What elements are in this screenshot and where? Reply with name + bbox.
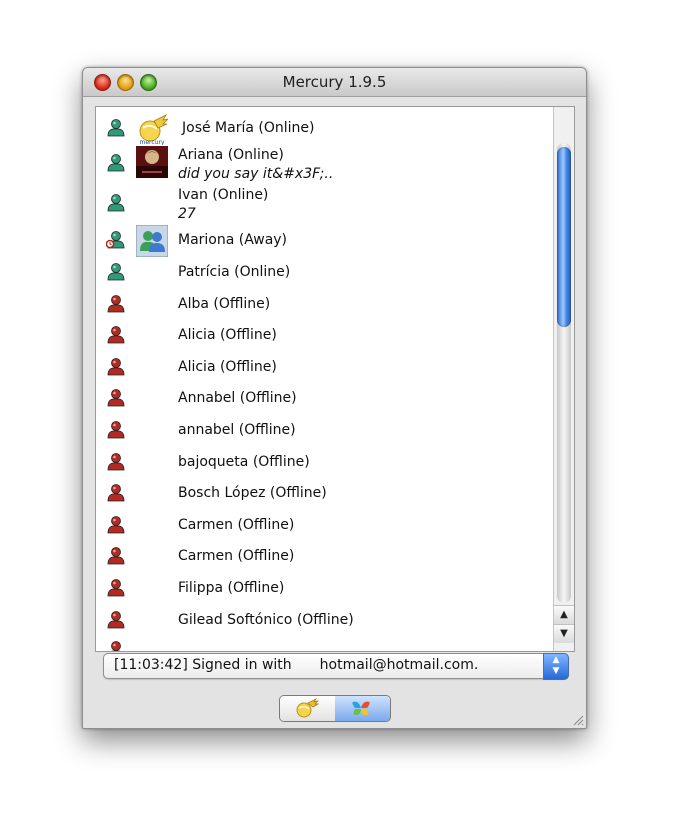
- status-message: [11:03:42] Signed in with hotmail@hotmail…: [114, 657, 478, 673]
- contact-name: Mariona (Away): [178, 232, 288, 248]
- contact-personal-message: 27: [178, 206, 196, 222]
- contact-name: Gilead Softónico (Offline): [178, 612, 354, 628]
- photo-avatar: [136, 146, 168, 178]
- contact-row[interactable]: Alba (Offline): [96, 289, 552, 319]
- contact-name: José María (Online): [182, 120, 315, 136]
- mercury-logo-avatar: mercury: [136, 113, 170, 146]
- contact-row[interactable]: Gilead Softónico (Offline): [96, 605, 552, 635]
- contact-row[interactable]: annabel (Offline): [96, 415, 552, 445]
- scroll-down-arrow[interactable]: ▼: [554, 624, 574, 643]
- contact-name: Carmen (Offline): [178, 517, 295, 533]
- contact-row[interactable]: Filippa (Offline): [96, 573, 552, 603]
- offline-status-icon: [106, 546, 125, 566]
- offline-status-icon: [106, 610, 125, 630]
- contact-name: annabel (Offline): [178, 422, 296, 438]
- msn-butterfly-icon: [352, 701, 370, 716]
- scroll-thumb[interactable]: [557, 147, 571, 327]
- mercury-icon: [296, 697, 320, 718]
- contact-row[interactable]: bajoqueta (Offline): [96, 447, 552, 477]
- contact-name: Patrícia (Online): [178, 264, 291, 280]
- contact-row[interactable]: Carmen (Offline): [96, 510, 552, 540]
- status-timestamp: [11:03:42] Signed in with: [114, 657, 292, 673]
- offline-status-icon: [106, 483, 125, 503]
- offline-status-icon: [106, 452, 125, 472]
- contact-row[interactable]: Bosch López (Offline): [96, 478, 552, 508]
- title-bar[interactable]: Mercury 1.9.5: [83, 68, 586, 97]
- contact-name: Annabel (Offline): [178, 390, 297, 406]
- contact-name: Alicia (Offline): [178, 327, 277, 343]
- contact-row[interactable]: Annabel (Offline): [96, 383, 552, 413]
- contact-name: Bosch López (Offline): [178, 485, 327, 501]
- contact-row[interactable]: Ivan (Online) 27: [96, 185, 552, 223]
- offline-status-icon: [106, 294, 125, 314]
- offline-status-icon: [106, 640, 124, 651]
- scroll-up-arrow[interactable]: ▲: [554, 605, 574, 624]
- offline-status-icon: [106, 325, 125, 345]
- contact-name: Alicia (Offline): [178, 359, 277, 375]
- contact-personal-message: did you say it&#x3F;..: [178, 166, 334, 182]
- contact-list-panel: mercury José María (Online) Ariana (Online…: [95, 106, 575, 652]
- online-status-icon: [106, 262, 125, 282]
- mercury-window: Mercury 1.9.5 mercury José María (Online)…: [82, 67, 587, 729]
- offline-status-icon: [106, 388, 125, 408]
- contact-name: Ivan (Online): [178, 187, 269, 203]
- contact-name: Carmen (Offline): [178, 548, 295, 564]
- contact-row[interactable]: Mariona (Away): [96, 224, 552, 258]
- online-status-icon: [106, 193, 125, 213]
- resize-grip-icon[interactable]: [572, 714, 584, 726]
- vertical-scrollbar[interactable]: ▲ ▼: [553, 107, 574, 651]
- contact-name: bajoqueta (Offline): [178, 454, 310, 470]
- contact-row[interactable]: mercury José María (Online): [96, 113, 552, 146]
- contact-list: mercury José María (Online) Ariana (Online…: [96, 107, 552, 651]
- contact-row[interactable]: Patrícia (Online): [96, 257, 552, 287]
- mercury-service-button[interactable]: [280, 696, 336, 721]
- offline-status-icon: [106, 420, 125, 440]
- status-message-select[interactable]: [11:03:42] Signed in with hotmail@hotmail…: [103, 653, 569, 680]
- select-arrows-icon[interactable]: ▲ ▼: [543, 653, 569, 680]
- away-status-icon: [105, 230, 125, 250]
- service-toggle: [279, 695, 391, 722]
- contact-row[interactable]: Alicia (Offline): [96, 352, 552, 382]
- msn-service-button[interactable]: [335, 696, 390, 721]
- contact-row-partial: [96, 637, 552, 651]
- online-status-icon: [106, 118, 125, 138]
- contact-row[interactable]: Carmen (Offline): [96, 541, 552, 571]
- window-title: Mercury 1.9.5: [282, 73, 387, 91]
- contact-row[interactable]: Alicia (Offline): [96, 320, 552, 350]
- online-status-icon: [106, 153, 125, 173]
- contact-row[interactable]: Ariana (Online) did you say it&#x3F;..: [96, 145, 552, 183]
- offline-status-icon: [106, 515, 125, 535]
- contact-name: Ariana (Online): [178, 147, 284, 163]
- contact-name: Alba (Offline): [178, 296, 271, 312]
- contact-name: Filippa (Offline): [178, 580, 285, 596]
- offline-status-icon: [106, 578, 125, 598]
- status-account: hotmail@hotmail.com.: [319, 657, 479, 673]
- msn-people-avatar: [135, 224, 169, 258]
- offline-status-icon: [106, 357, 125, 377]
